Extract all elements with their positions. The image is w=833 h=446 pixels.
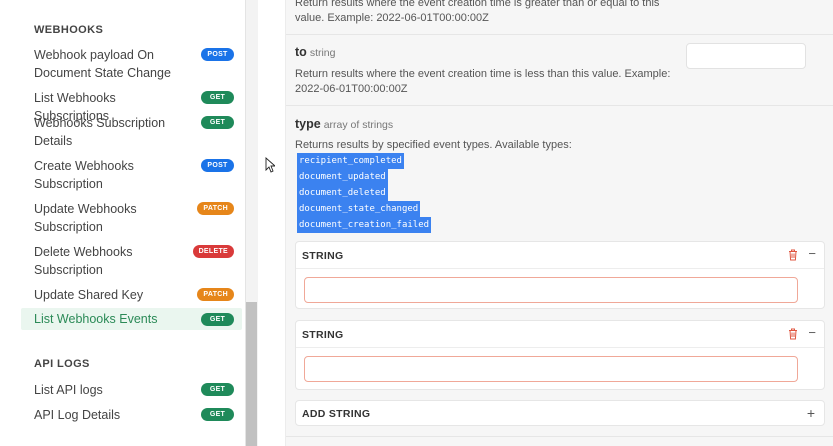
to-param-description-line2: 2022-06-01T00:00:00Z (295, 83, 408, 95)
event-type-code: document_deleted (297, 185, 388, 201)
sidebar-item-webhook-payload[interactable]: Webhook payload On Document State Change… (21, 46, 242, 82)
sidebar-item-label: Delete Webhooks Subscription (34, 245, 133, 277)
sidebar-item-label: Webhooks Subscription Details (34, 116, 166, 148)
method-badge: GET (201, 408, 234, 421)
add-string-label: ADD STRING (302, 408, 371, 420)
method-badge: GET (201, 116, 234, 129)
string-item-header: STRING − (296, 321, 824, 348)
available-types-list: recipient_completed document_updated doc… (297, 153, 432, 233)
sidebar-item-label: List Webhooks Events (34, 312, 158, 326)
sidebar-item-webhooks-subscription-details[interactable]: Webhooks Subscription Details GET (21, 114, 242, 150)
sidebar-item-api-log-details[interactable]: API Log Details GET (21, 406, 242, 424)
event-type-code: recipient_completed (297, 153, 404, 169)
string-input[interactable] (304, 277, 798, 303)
method-badge: POST (201, 159, 234, 172)
type-param-description: Returns results by specified event types… (295, 139, 572, 151)
string-item-title: STRING (302, 250, 344, 262)
sidebar-item-list-webhooks-subscriptions[interactable]: List Webhooks Subscriptions GET (21, 89, 242, 123)
sidebar-item-label: Create Webhooks Subscription (34, 159, 134, 191)
event-type-code: document_creation_failed (297, 217, 432, 233)
param-name-label: to (295, 45, 307, 59)
param-type: string (309, 47, 336, 59)
sidebar-item-create-webhooks-subscription[interactable]: Create Webhooks Subscription POST (21, 157, 242, 193)
main-content: Return results where the event creation … (258, 0, 833, 446)
string-item-card: STRING − (295, 320, 825, 390)
trash-icon[interactable] (788, 328, 798, 340)
event-type-code: document_updated (297, 169, 388, 185)
sidebar-item-label: Webhook payload On Document State Change (34, 48, 171, 80)
method-badge: POST (201, 48, 234, 61)
sidebar-item-label: API Log Details (34, 408, 121, 422)
to-input[interactable] (686, 43, 806, 69)
sidebar: WEBHOOKS Webhook payload On Document Sta… (0, 0, 245, 446)
divider (286, 436, 833, 437)
sidebar-item-label: List API logs (34, 383, 103, 397)
sidebar-item-label: Update Webhooks Subscription (34, 202, 137, 234)
string-item-card: STRING − (295, 241, 825, 309)
param-name-to: to string (295, 45, 336, 59)
collapse-icon[interactable]: − (808, 247, 816, 261)
sidebar-item-update-webhooks-subscription[interactable]: Update Webhooks Subscription PATCH (21, 200, 242, 236)
event-type-code: document_state_changed (297, 201, 421, 217)
method-badge: PATCH (197, 288, 234, 301)
divider (286, 105, 833, 106)
section-title-api-logs: API LOGS (34, 358, 90, 370)
method-badge: DELETE (192, 245, 234, 258)
method-badge: PATCH (197, 202, 234, 215)
sidebar-scrollbar-thumb[interactable] (246, 302, 257, 446)
sidebar-item-label: Update Shared Key (34, 288, 144, 302)
trash-icon[interactable] (788, 249, 798, 261)
string-item-title: STRING (302, 329, 344, 341)
query-params-panel: Return results where the event creation … (285, 0, 833, 446)
string-input[interactable] (304, 356, 798, 382)
method-badge: GET (201, 313, 234, 326)
param-type: array of strings (323, 119, 394, 131)
collapse-icon[interactable]: − (808, 326, 816, 340)
sidebar-item-list-webhooks-events[interactable]: List Webhooks Events GET (21, 308, 242, 330)
mouse-cursor-icon (265, 157, 275, 173)
method-badge: GET (201, 91, 234, 104)
divider (286, 34, 833, 35)
method-badge: GET (201, 383, 234, 396)
from-param-description-line2: value. Example: 2022-06-01T00:00:00Z (295, 12, 489, 24)
param-name-type: type array of strings (295, 117, 393, 131)
to-param-description-line1: Return results where the event creation … (295, 68, 671, 80)
add-string-button[interactable]: ADD STRING + (295, 400, 825, 426)
sidebar-item-update-shared-key[interactable]: Update Shared Key PATCH (21, 286, 242, 304)
sidebar-item-list-api-logs[interactable]: List API logs GET (21, 381, 242, 399)
plus-icon: + (806, 405, 815, 421)
param-name-label: type (295, 117, 321, 131)
section-title-webhooks: WEBHOOKS (34, 24, 104, 36)
string-item-header: STRING − (296, 242, 824, 269)
sidebar-item-delete-webhooks-subscription[interactable]: Delete Webhooks Subscription DELETE (21, 243, 242, 279)
